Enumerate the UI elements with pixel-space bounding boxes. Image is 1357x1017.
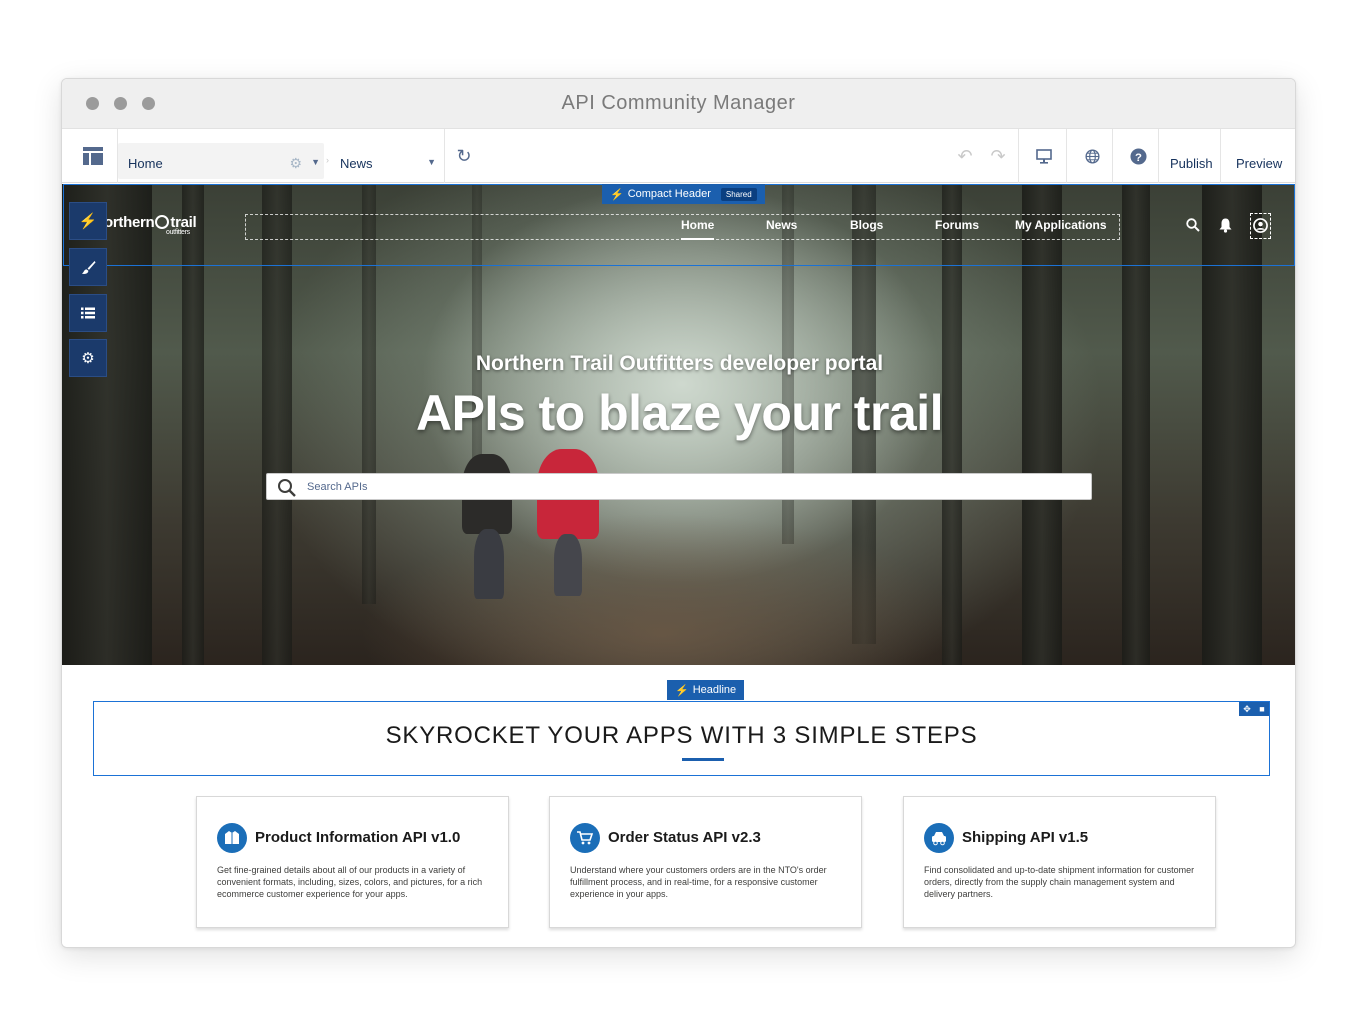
search-icon (1186, 218, 1200, 232)
move-icon[interactable]: ✥ (1243, 704, 1251, 715)
card-description: Get fine-grained details about all of ou… (217, 865, 483, 899)
layout-toggle-button[interactable] (76, 129, 110, 183)
publish-button[interactable]: Publish (1170, 156, 1213, 171)
globe-icon (1084, 148, 1100, 164)
compact-header-label: Compact Header (627, 188, 711, 200)
redo-icon: ↷ (990, 145, 1006, 166)
headline-text: SKYROCKET YOUR APPS WITH 3 SIMPLE STEPS (385, 722, 978, 749)
builder-toolbar: Home ⚙ ▼ › News ▼ ↻ ↶ ↷ ? Publish Previe… (62, 129, 1295, 183)
title-bar: API Community Manager (62, 79, 1295, 129)
page-canvas: ⚡ Compact Header Shared orthern trail out… (62, 184, 1295, 947)
card-title[interactable]: Product Information API v1.0 (255, 829, 460, 846)
page-select[interactable]: Home ⚙ ▼ (118, 143, 324, 179)
svg-text:?: ? (1135, 151, 1142, 163)
help-button[interactable]: ? (1118, 129, 1158, 183)
api-search-input[interactable] (307, 478, 1067, 496)
bell-icon (1219, 218, 1232, 233)
search-icon (278, 479, 296, 497)
lightning-icon: ⚡ (610, 188, 624, 201)
card-title[interactable]: Shipping API v1.5 (962, 829, 1088, 846)
hero-title: APIs to blaze your trail (415, 385, 944, 441)
page-structure-button[interactable] (69, 294, 107, 332)
refresh-button[interactable]: ↻ (450, 129, 478, 183)
logo-mark-icon (155, 215, 170, 229)
api-card-product-information[interactable]: Product Information API v1.0 Get fine-gr… (196, 796, 509, 928)
notifications-button[interactable] (1219, 218, 1232, 236)
chevron-down-icon: ▼ (311, 157, 320, 167)
headline-tag-label: Headline (692, 684, 737, 696)
theme-panel-button[interactable] (69, 248, 107, 286)
undo-icon: ↶ (957, 145, 973, 166)
page-select-value: Home (128, 156, 163, 171)
cart-icon (570, 823, 600, 853)
chevron-down-icon: ▼ (427, 157, 436, 167)
nav-blogs[interactable]: Blogs (850, 218, 883, 232)
device-preview-button[interactable] (1024, 129, 1064, 183)
paintbrush-icon (81, 260, 96, 274)
desktop-icon (1036, 148, 1052, 164)
headline-tag[interactable]: ⚡ Headline (667, 680, 745, 700)
layout-icon (83, 147, 103, 165)
api-card-shipping[interactable]: Shipping API v1.5 Find consolidated and … (903, 796, 1216, 928)
delivery-icon (924, 823, 954, 853)
list-icon (81, 307, 95, 319)
site-logo[interactable]: orthern trail outfitters (104, 214, 197, 236)
hero-subtitle: Northern Trail Outfitters developer port… (475, 352, 884, 375)
headline-component[interactable]: SKYROCKET YOUR APPS WITH 3 SIMPLE STEPS … (93, 701, 1270, 776)
nav-news[interactable]: News (766, 218, 797, 232)
shared-badge: Shared (720, 187, 757, 201)
lightning-icon: ⚡ (78, 213, 98, 230)
components-panel-button[interactable]: ⚡ (69, 202, 107, 240)
page-settings-gear-icon[interactable]: ⚙ (289, 155, 302, 172)
nav-my-applications[interactable]: My Applications (1015, 218, 1107, 232)
card-title[interactable]: Order Status API v2.3 (608, 829, 761, 846)
preview-button[interactable]: Preview (1236, 156, 1282, 171)
api-search-box[interactable] (266, 473, 1092, 500)
headline-underline (682, 758, 724, 761)
page-variation-select[interactable]: News ▼ (328, 143, 440, 179)
compact-header-tag[interactable]: ⚡ Compact Header Shared (602, 184, 765, 204)
help-icon: ? (1129, 147, 1147, 165)
language-button[interactable] (1072, 129, 1112, 183)
window-title: API Community Manager (561, 92, 796, 114)
component-actions: ✥ ■ (1239, 702, 1269, 716)
undo-button[interactable]: ↶ (951, 129, 979, 183)
user-icon (1253, 218, 1268, 233)
page-variation-value: News (340, 156, 373, 171)
card-description: Find consolidated and up-to-date shipmen… (924, 865, 1195, 899)
nav-forums[interactable]: Forums (935, 218, 979, 232)
redo-button[interactable]: ↷ (984, 129, 1012, 183)
logo-text: orthern (104, 214, 155, 231)
logo-subtext: outfitters (166, 229, 190, 236)
hero-banner: ⚡ Compact Header Shared orthern trail out… (62, 184, 1295, 665)
refresh-icon: ↻ (456, 145, 472, 166)
app-window: API Community Manager Home ⚙ ▼ › News ▼ … (61, 78, 1296, 948)
card-description: Understand where your customers orders a… (570, 865, 827, 899)
nav-home[interactable]: Home (681, 218, 715, 240)
jacket-icon (217, 823, 247, 853)
lightning-icon: ⚡ (675, 684, 689, 697)
user-profile-menu[interactable] (1250, 213, 1271, 239)
trash-icon[interactable]: ■ (1259, 704, 1264, 714)
header-search-button[interactable] (1186, 218, 1200, 235)
api-card-order-status[interactable]: Order Status API v2.3 Understand where y… (549, 796, 862, 928)
